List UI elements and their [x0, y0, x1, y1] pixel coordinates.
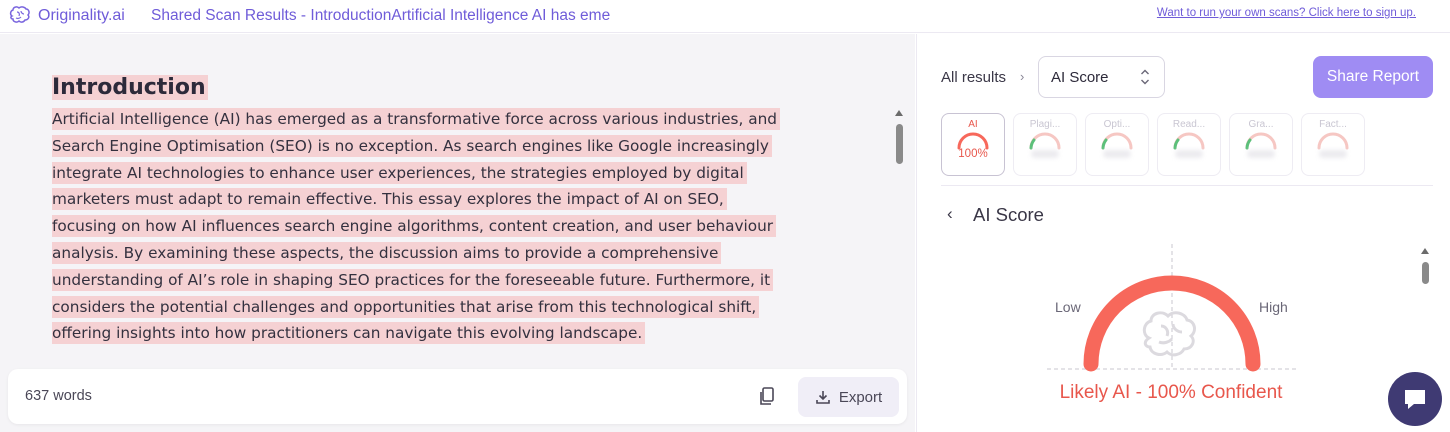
select-value: AI Score — [1051, 69, 1109, 86]
paragraph-line: Search Engine Optimisation (SEO) is no e… — [52, 134, 772, 157]
tab-grammar[interactable]: Gra... — [1229, 113, 1293, 176]
tab-plagiarism[interactable]: Plagi... — [1013, 113, 1077, 176]
scroll-thumb[interactable] — [896, 124, 903, 164]
tab-label: Gra... — [1248, 119, 1274, 130]
document-heading: Introduction — [52, 75, 208, 100]
chevron-right-icon: › — [1020, 69, 1025, 84]
scroll-up-arrow-icon[interactable] — [895, 110, 903, 116]
tab-label: Read... — [1172, 119, 1206, 130]
copy-icon — [760, 387, 774, 405]
mini-gauge-icon — [1317, 132, 1349, 150]
result-type-select[interactable]: AI Score — [1038, 56, 1165, 98]
document-paragraph: Artificial Intelligence (AI) has emerged… — [52, 106, 812, 347]
gauge-high-label: High — [1259, 299, 1288, 315]
divider — [941, 185, 1433, 186]
tab-label: Fact... — [1319, 119, 1347, 130]
sort-arrows-icon — [1141, 69, 1149, 85]
word-count: 637 words — [25, 388, 92, 404]
paragraph-line: considers the potential challenges and o… — [52, 295, 760, 318]
signup-link[interactable]: Want to run your own scans? Click here t… — [1157, 7, 1416, 19]
tab-fact-check[interactable]: Fact... — [1301, 113, 1365, 176]
blurred-value — [1031, 150, 1059, 158]
tab-label: Opti... — [1103, 119, 1131, 130]
paragraph-line: offering insights into how practitioners… — [52, 322, 646, 345]
ai-result-text: Likely AI - 100% Confident — [1059, 382, 1283, 403]
blurred-value — [1247, 150, 1275, 158]
result-tabs: AI 100% Plagi... Opti... Read... Gra... … — [941, 113, 1433, 177]
mini-gauge-icon — [1173, 132, 1205, 150]
tab-optimization[interactable]: Opti... — [1085, 113, 1149, 176]
document-content: Introduction Artificial Intelligence (AI… — [52, 75, 812, 347]
export-button[interactable]: Export — [798, 377, 899, 417]
results-panel: All results › AI Score Share Report AI 1… — [916, 34, 1450, 432]
tab-label: AI — [968, 119, 978, 130]
document-footer: 637 words Export — [8, 369, 907, 424]
back-chevron-icon[interactable]: ‹ — [947, 204, 953, 224]
ai-score-gauge: Low High — [1047, 244, 1297, 372]
score-title: AI Score — [973, 204, 1044, 225]
brain-watermark-icon — [1142, 311, 1196, 357]
document-scrollbar[interactable] — [895, 110, 905, 390]
paragraph-line: integrate AI technologies to enhance use… — [52, 161, 747, 184]
mini-gauge-icon — [1101, 132, 1133, 150]
tab-value: 100% — [958, 148, 988, 160]
scroll-up-arrow-icon[interactable] — [1421, 248, 1429, 254]
gauge-low-label: Low — [1055, 299, 1082, 315]
share-report-button[interactable]: Share Report — [1313, 56, 1433, 98]
export-label: Export — [838, 388, 883, 406]
logo[interactable]: Originality.ai — [8, 6, 125, 26]
scan-title: Shared Scan Results - IntroductionArtifi… — [151, 7, 611, 24]
tab-label: Plagi... — [1029, 119, 1061, 130]
blurred-value — [1175, 150, 1203, 158]
copy-button[interactable] — [758, 387, 776, 407]
document-pane: Introduction Artificial Intelligence (AI… — [0, 34, 915, 432]
blurred-value — [1319, 150, 1347, 158]
breadcrumb-all-results[interactable]: All results — [941, 69, 1006, 86]
mini-gauge-icon — [1245, 132, 1277, 150]
download-icon — [816, 391, 830, 404]
scroll-thumb[interactable] — [1422, 262, 1429, 284]
chat-bubble-icon — [1405, 390, 1425, 409]
chat-button[interactable] — [1388, 372, 1442, 426]
tab-ai[interactable]: AI 100% — [941, 113, 1005, 176]
top-bar: Originality.ai Shared Scan Results - Int… — [0, 0, 1450, 33]
blurred-value — [1103, 150, 1131, 158]
brain-logo-icon — [9, 6, 30, 23]
mini-gauge-icon — [1029, 132, 1061, 150]
paragraph-line: marketers must adapt to remain effective… — [52, 188, 727, 211]
paragraph-line: Artificial Intelligence (AI) has emerged… — [52, 108, 781, 130]
paragraph-line: analysis. By examining these aspects, th… — [52, 241, 722, 264]
paragraph-line: focusing on how AI influences search eng… — [52, 215, 777, 238]
paragraph-line: understanding of AI’s role in shaping SE… — [52, 268, 774, 291]
tab-readability[interactable]: Read... — [1157, 113, 1221, 176]
logo-text: Originality.ai — [38, 7, 125, 24]
